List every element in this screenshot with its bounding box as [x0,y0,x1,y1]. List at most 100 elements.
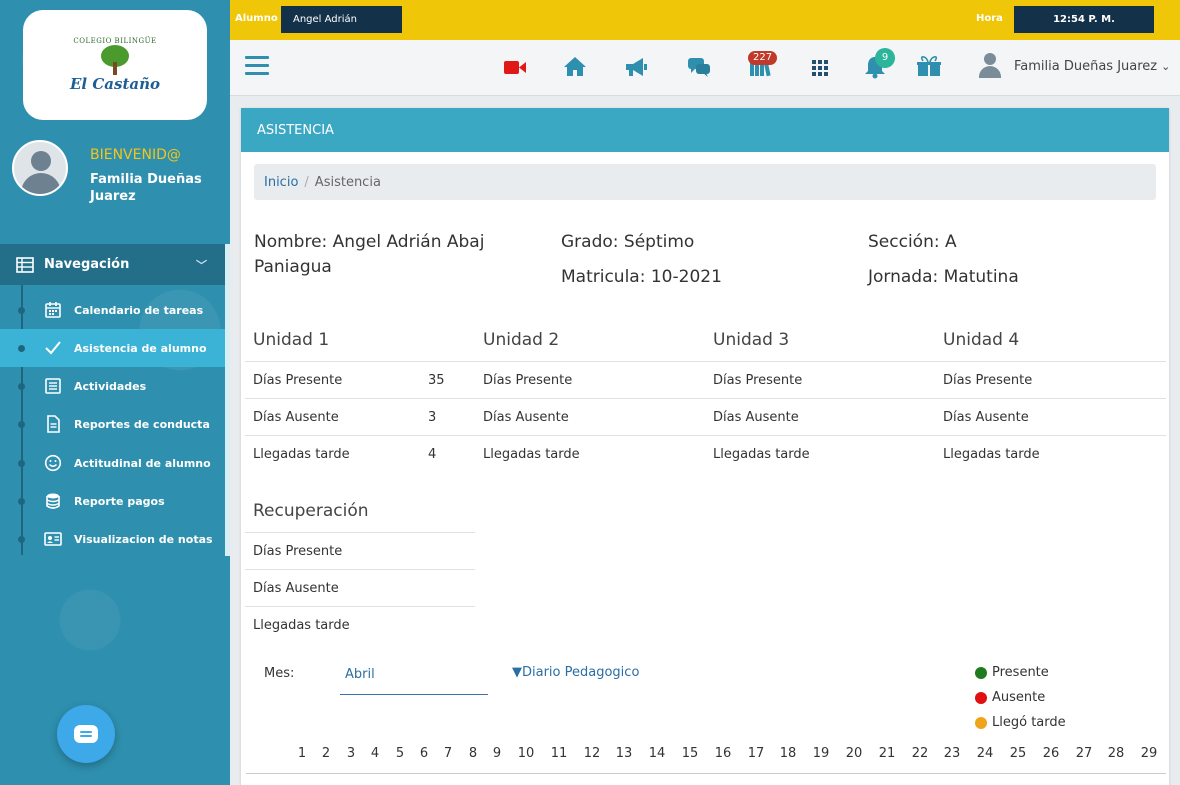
day-header: 6 [419,746,429,761]
day-header: 23 [943,746,961,761]
chat-icon[interactable] [686,54,712,80]
calendar-day-header: 1 2 3 4 5 6 7 8 9 10 11 12 13 14 15 16 1… [241,746,1169,770]
table-row: Días Presente [245,532,475,569]
megaphone-icon[interactable] [623,54,649,80]
chevron-down-icon[interactable]: ﹀ [196,257,207,273]
sidebar-item-label: Reporte pagos [74,494,165,508]
chevron-down-icon: ⌄ [1161,59,1171,73]
tree-icon [98,45,132,75]
unit-1-title: Unidad 1 [253,330,330,350]
row-label: Días Ausente [713,410,799,425]
school-logo[interactable]: COLEGIO BILINGÜE El Castaño [23,10,207,120]
legend-swatch [975,716,987,729]
row-value: 4 [428,447,437,462]
sidebar-item-label: Asistencia de alumno [74,341,207,355]
notifications-badge: 9 [875,48,895,68]
row-label: Días Ausente [253,581,339,596]
day-header: 28 [1107,746,1125,761]
row-label: Llegadas tarde [253,447,350,462]
month-select[interactable]: Abril [340,660,488,695]
sidebar-item-label: Reportes de conducta [74,417,210,431]
day-header: 24 [976,746,994,761]
day-header: 11 [550,746,568,761]
day-header: 29 [1140,746,1158,761]
table-row: Llegadas tarde [475,435,705,472]
row-value: 35 [428,373,445,388]
day-header: 27 [1075,746,1093,761]
row-label: Llegadas tarde [713,447,810,462]
row-label: Llegadas tarde [483,447,580,462]
nav-rail [225,244,230,556]
gift-icon[interactable] [916,54,942,80]
day-header: 12 [583,746,601,761]
day-header: 9 [492,746,502,761]
day-header: 26 [1042,746,1060,761]
day-header: 16 [714,746,732,761]
day-header: 14 [648,746,666,761]
unit-3-title: Unidad 3 [713,330,790,350]
table-row: Días Ausente 3 [245,398,475,435]
sidebar-item-calendario[interactable]: Calendario de tareas [0,291,225,329]
id-card-icon [44,532,62,546]
student-section: Sección: A [868,232,957,252]
chat-widget-button[interactable] [57,705,115,763]
day-header: 4 [370,746,380,761]
nav-dot [18,536,25,543]
table-row: Días Presente [705,361,935,398]
sidebar-item-pagos[interactable]: Reporte pagos [0,482,225,520]
sidebar-item-label: Calendario de tareas [74,303,204,317]
user-name: Familia Dueñas Juarez [90,172,202,204]
row-label: Llegadas tarde [943,447,1040,462]
sidebar-item-actitudinal[interactable]: Actitudinal de alumno [0,444,225,482]
alumno-selector[interactable]: Angel Adrián [281,6,402,33]
document-icon [47,415,60,433]
nav-dot [18,345,25,352]
sidebar-item-label: Visualizacion de notas [74,532,213,546]
nav-dot [18,383,25,390]
apps-grid-icon[interactable] [807,54,833,80]
menu-toggle-icon[interactable] [245,56,269,76]
student-grade: Grado: Séptimo [561,232,695,252]
row-label: Días Ausente [483,410,569,425]
table-row: Días Presente 35 [245,361,475,398]
profile-menu[interactable]: Familia Dueñas Juarez ⌄ [978,53,1170,79]
nav-header-navegacion[interactable]: Navegación ﹀ [0,244,225,285]
unit-4-title: Unidad 4 [943,330,1020,350]
day-header: 5 [395,746,405,761]
sidebar-item-conducta[interactable]: Reportes de conducta [0,405,225,443]
sidebar-item-actividades[interactable]: Actividades [0,367,225,405]
avatar [12,140,68,196]
sidebar-item-notas[interactable]: Visualizacion de notas [0,520,225,558]
legend-label: Presente [992,665,1049,680]
table-row: Días Ausente [705,398,935,435]
top-bar: Alumno Angel Adrián Hora 12:54 P. M. [230,0,1180,40]
sidebar-item-asistencia[interactable]: Asistencia de alumno [0,329,225,367]
diario-pedagogico-toggle[interactable]: ▼Diario Pedagogico [512,665,639,680]
day-header: 21 [878,746,896,761]
table-row: Días Ausente [935,398,1166,435]
legend-label: Ausente [992,690,1046,705]
breadcrumb-current: Asistencia [314,174,381,190]
card-title: ASISTENCIA [241,108,1169,152]
legend-swatch [975,691,987,704]
home-icon[interactable] [562,54,588,80]
table-row: Días Presente [475,361,705,398]
attendance-card: ASISTENCIA Inicio / Asistencia Nombre: A… [241,108,1169,785]
table-row: Llegadas tarde [705,435,935,472]
video-icon[interactable] [502,54,528,80]
recuperacion-title: Recuperación [253,501,369,521]
profile-name: Familia Dueñas Juarez [1014,58,1158,74]
hora-value: 12:54 P. M. [1014,6,1154,33]
month-label: Mes: [264,666,295,681]
unit-2-title: Unidad 2 [483,330,560,350]
nav-dot [18,460,25,467]
day-header: 1 [297,746,307,761]
day-header: 2 [321,746,331,761]
day-header: 10 [517,746,535,761]
row-label: Días Presente [483,373,573,388]
table-row: Llegadas tarde 4 [245,435,475,472]
legend-presente: Presente [975,665,1049,680]
nav-dot [18,421,25,428]
smile-icon [44,454,62,472]
breadcrumb-home-link[interactable]: Inicio [264,175,298,190]
